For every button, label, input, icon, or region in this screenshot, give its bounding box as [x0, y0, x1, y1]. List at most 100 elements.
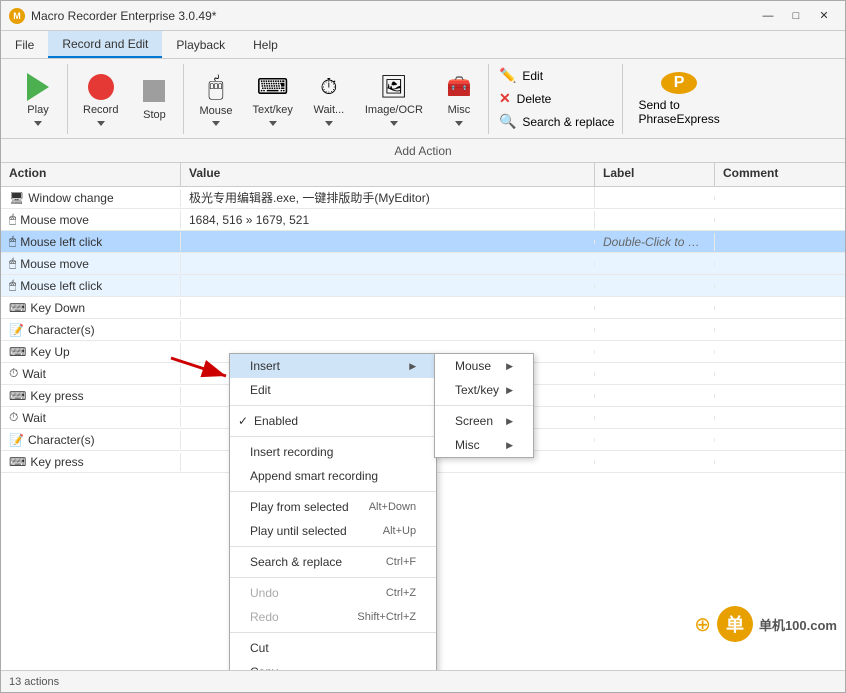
submenu-textkey-label: Text/key: [455, 383, 499, 397]
table-row[interactable]: 📝Character(s): [1, 319, 845, 341]
record-button[interactable]: Record: [74, 67, 127, 131]
wait-row-icon: ⏱: [9, 366, 18, 381]
label-cell: [595, 394, 715, 398]
value-cell: 1684, 516 » 1679, 521: [181, 211, 595, 229]
insert-label: Insert: [250, 359, 280, 373]
table-row[interactable]: ⌨Key Down: [1, 297, 845, 319]
context-menu-cut[interactable]: Cut: [230, 636, 436, 660]
context-menu-play-from[interactable]: Play from selected Alt+Down: [230, 495, 436, 519]
misc-dropdown-icon: [455, 121, 463, 126]
mouse-label: Mouse: [199, 105, 232, 117]
mouse-button[interactable]: 🖱 Mouse: [190, 67, 241, 131]
toolbar-edit-group: ✏️ Edit ✕ Delete 🔍 Search & replace: [491, 64, 624, 134]
context-menu-search-replace[interactable]: Search & replace Ctrl+F: [230, 550, 436, 574]
menu-record-edit[interactable]: Record and Edit: [48, 31, 162, 58]
delete-label: Delete: [517, 92, 552, 106]
context-menu-insert-recording[interactable]: Insert recording: [230, 440, 436, 464]
search-replace-ctx-label: Search & replace: [250, 555, 342, 569]
imageocr-button[interactable]: 🖼 Image/OCR: [356, 67, 432, 131]
action-cell: ⌨Key press: [1, 387, 181, 405]
context-menu-play-until[interactable]: Play until selected Alt+Up: [230, 519, 436, 543]
textkey-dropdown-icon: [269, 121, 277, 126]
col-header-label: Label: [595, 163, 715, 186]
send-to-phrase-button[interactable]: P Send toPhraseExpress: [625, 67, 732, 131]
imageocr-dropdown-icon: [390, 121, 398, 126]
play-label: Play: [27, 104, 48, 116]
table-row[interactable]: 🖱Mouse move: [1, 253, 845, 275]
textkey-button[interactable]: ⌨ Text/key: [244, 67, 302, 131]
context-menu-undo[interactable]: Undo Ctrl+Z: [230, 581, 436, 605]
action-cell: 🖥Window change: [1, 189, 181, 207]
label-cell: [595, 460, 715, 464]
context-menu: Insert Edit ✓ Enabled Insert recording A…: [229, 353, 437, 670]
wait-label: Wait...: [313, 104, 344, 116]
record-icon: [85, 72, 117, 103]
label-cell: [595, 438, 715, 442]
window-title: Macro Recorder Enterprise 3.0.49*: [31, 9, 216, 23]
col-header-value: Value: [181, 163, 595, 186]
context-menu-append-smart[interactable]: Append smart recording: [230, 464, 436, 488]
record-label: Record: [83, 104, 118, 116]
keyboard-row-icon: ⌨: [9, 455, 26, 469]
submenu-misc[interactable]: Misc: [435, 433, 533, 457]
toolbar: Play Record Stop: [1, 59, 845, 139]
mouse-dropdown-icon: [212, 121, 220, 126]
search-replace-button[interactable]: 🔍 Search & replace: [495, 111, 619, 132]
table-row[interactable]: 🖱Mouse left click: [1, 275, 845, 297]
label-cell: [595, 328, 715, 332]
close-button[interactable]: ✕: [811, 6, 837, 26]
value-cell: [181, 306, 595, 310]
value-cell: [181, 240, 595, 244]
misc-button[interactable]: 🧰 Misc: [434, 67, 484, 131]
context-menu-edit[interactable]: Edit: [230, 378, 436, 402]
submenu-mouse-label: Mouse: [455, 359, 491, 373]
action-cell: ⏱Wait: [1, 364, 181, 383]
value-cell: 极光专用编辑器.exe, 一键排版助手(MyEditor): [181, 187, 595, 208]
col-header-comment: Comment: [715, 163, 845, 186]
col-header-action: Action: [1, 163, 181, 186]
submenu-screen[interactable]: Screen: [435, 409, 533, 433]
label-cell: [595, 372, 715, 376]
play-button[interactable]: Play: [13, 67, 63, 131]
play-from-label: Play from selected: [250, 500, 349, 514]
add-action-bar: Add Action: [1, 139, 845, 163]
stop-button[interactable]: Stop: [129, 67, 179, 131]
minimize-button[interactable]: —: [755, 6, 781, 26]
table-row[interactable]: 🖱Mouse move 1684, 516 » 1679, 521: [1, 209, 845, 231]
separator: [230, 632, 436, 633]
context-menu-redo[interactable]: Redo Shift+Ctrl+Z: [230, 605, 436, 629]
action-cell: ⌨Key press: [1, 453, 181, 471]
context-menu-insert[interactable]: Insert: [230, 354, 436, 378]
table-header: Action Value Label Comment: [1, 163, 845, 187]
x-icon: ✕: [499, 90, 511, 107]
menu-playback[interactable]: Playback: [162, 31, 239, 58]
cut-label: Cut: [250, 641, 269, 655]
table-row[interactable]: 🖱Mouse left click Double-Click to add: [1, 231, 845, 253]
title-bar-left: M Macro Recorder Enterprise 3.0.49*: [9, 8, 216, 24]
wait-button[interactable]: ⏱ Wait...: [304, 67, 354, 131]
watermark: ⊕ 单 单机100.com: [694, 606, 837, 642]
submenu-textkey[interactable]: Text/key: [435, 378, 533, 402]
label-cell: [595, 350, 715, 354]
maximize-button[interactable]: □: [783, 6, 809, 26]
mouse-row-icon: 🖱: [9, 234, 16, 249]
menu-file[interactable]: File: [1, 31, 48, 58]
table-row[interactable]: 🖥Window change 极光专用编辑器.exe, 一键排版助手(MyEdi…: [1, 187, 845, 209]
delete-row-button[interactable]: ✕ Delete: [495, 88, 555, 109]
textkey-label: Text/key: [253, 104, 293, 116]
comment-cell: [715, 196, 845, 200]
action-cell: 🖱Mouse left click: [1, 276, 181, 295]
context-menu-copy[interactable]: Copy: [230, 660, 436, 670]
label-cell: [595, 196, 715, 200]
context-menu-enabled[interactable]: ✓ Enabled: [230, 409, 436, 433]
comment-cell: [715, 262, 845, 266]
action-cell: ⌨Key Down: [1, 299, 181, 317]
toolbar-actions-group: 🖱 Mouse ⌨ Text/key ⏱ Wait...: [186, 64, 488, 134]
label-cell: [595, 218, 715, 222]
menu-help[interactable]: Help: [239, 31, 292, 58]
search-magnifier-icon: 🔍: [499, 113, 516, 130]
undo-shortcut: Ctrl+Z: [386, 587, 416, 599]
comment-cell: [715, 284, 845, 288]
edit-row-button[interactable]: ✏️ Edit: [495, 65, 547, 86]
submenu-mouse[interactable]: Mouse: [435, 354, 533, 378]
